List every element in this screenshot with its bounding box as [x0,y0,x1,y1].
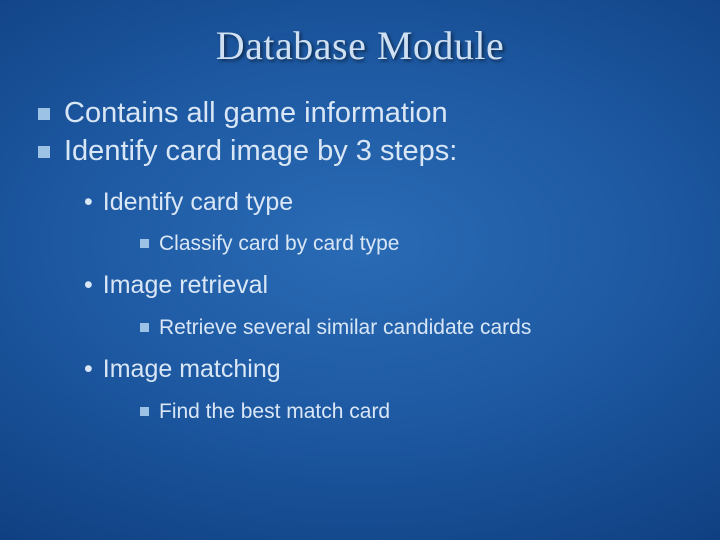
bullet-text: Identify card type [103,186,293,219]
bullet-text: Image retrieval [103,269,268,302]
sub-sub-group: Retrieve several similar candidate cards [84,306,720,353]
dot-bullet-icon: • [84,186,93,219]
sub-sub-group: Find the best match card [84,390,720,437]
bullet-level3: Retrieve several similar candidate cards [140,314,720,341]
bullet-text: Identify card image by 3 steps: [64,133,457,169]
sub-sub-group: Classify card by card type [84,222,720,269]
bullet-level2: • Image matching [84,353,720,386]
bullet-text: Image matching [103,353,281,386]
bullet-level1: Identify card image by 3 steps: [38,133,720,169]
bullet-level2: • Identify card type [84,186,720,219]
square-bullet-icon [140,239,149,248]
slide-title: Database Module [0,0,720,77]
bullet-text: Contains all game information [64,95,448,131]
bullet-level2: • Image retrieval [84,269,720,302]
slide: Database Module Contains all game inform… [0,0,720,540]
bullet-level3: Classify card by card type [140,230,720,257]
sub-group: • Identify card type Classify card by ca… [38,172,720,437]
content-area: Contains all game information Identify c… [0,77,720,437]
square-bullet-icon [38,108,50,120]
square-bullet-icon [140,323,149,332]
bullet-text: Find the best match card [159,398,390,425]
bullet-level1: Contains all game information [38,95,720,131]
bullet-text: Retrieve several similar candidate cards [159,314,531,341]
dot-bullet-icon: • [84,269,93,302]
dot-bullet-icon: • [84,353,93,386]
bullet-text: Classify card by card type [159,230,399,257]
square-bullet-icon [140,407,149,416]
square-bullet-icon [38,146,50,158]
bullet-level3: Find the best match card [140,398,720,425]
